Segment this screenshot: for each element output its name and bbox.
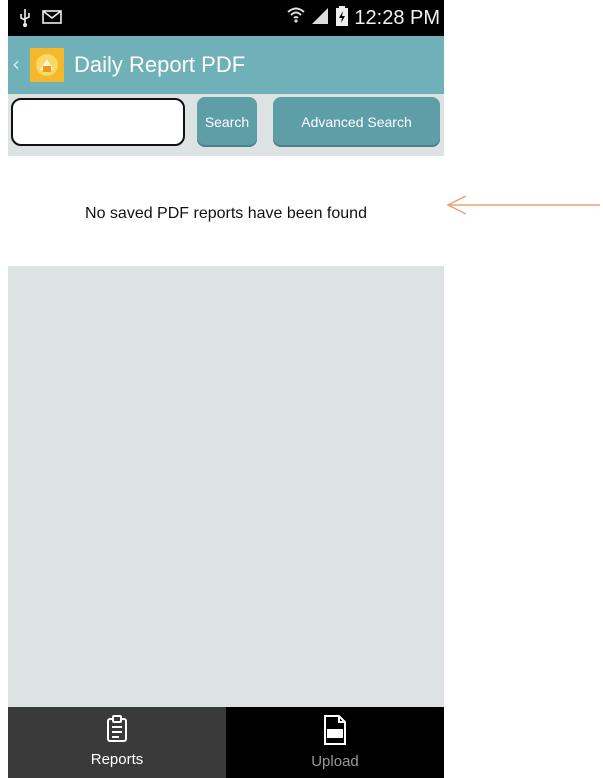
battery-icon bbox=[334, 5, 350, 32]
action-bar: ‹ Daily Report PDF bbox=[8, 36, 444, 94]
phone-screen: 12:28 PM ‹ Daily Report PDF Search Advan… bbox=[8, 0, 444, 778]
advanced-search-button[interactable]: Advanced Search bbox=[273, 97, 440, 147]
search-bar: Search Advanced Search bbox=[8, 94, 444, 156]
empty-state: No saved PDF reports have been found bbox=[8, 156, 444, 266]
report-list bbox=[8, 266, 444, 707]
search-input[interactable] bbox=[11, 98, 185, 146]
tab-reports-label: Reports bbox=[90, 751, 144, 768]
page-title: Daily Report PDF bbox=[74, 52, 246, 77]
signal-icon bbox=[310, 6, 330, 31]
daily-report-app-icon[interactable] bbox=[30, 48, 64, 82]
annotation-arrow bbox=[446, 193, 602, 222]
status-time: 12:28 PM bbox=[354, 7, 440, 29]
bottom-tab-bar: Reports Upload bbox=[8, 707, 444, 778]
status-left-icons bbox=[18, 8, 64, 33]
status-bar: 12:28 PM bbox=[8, 0, 444, 36]
pdf-file-icon bbox=[322, 715, 348, 750]
usb-icon bbox=[18, 8, 32, 33]
tab-upload[interactable]: Upload bbox=[226, 707, 444, 778]
wifi-icon bbox=[286, 5, 306, 32]
message-icon bbox=[42, 8, 64, 33]
search-button[interactable]: Search bbox=[197, 97, 257, 147]
tab-reports[interactable]: Reports bbox=[8, 707, 226, 778]
chevron-left-icon[interactable]: ‹ bbox=[12, 52, 20, 76]
empty-message: No saved PDF reports have been found bbox=[85, 205, 367, 222]
clipboard-icon bbox=[106, 715, 128, 748]
status-right-icons: 12:28 PM bbox=[286, 5, 440, 32]
tab-upload-label: Upload bbox=[311, 753, 359, 770]
